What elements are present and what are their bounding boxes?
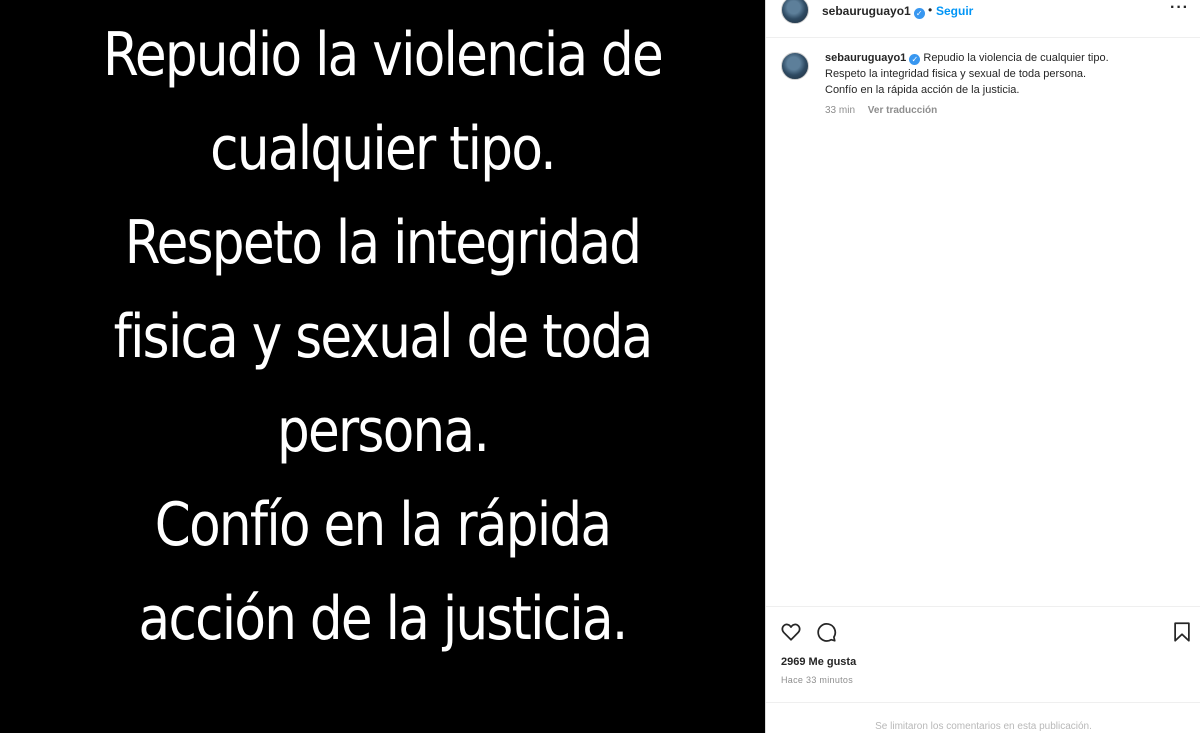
likes-count[interactable]: 2969 Me gusta [781,656,856,668]
image-text-line: acción de la justicia. [138,584,629,654]
caption-line: Repudio la violencia de cualquier tipo. [923,52,1109,64]
caption-time[interactable]: 33 min [825,105,855,116]
post-header: sebauruguayo1 ✓ • Seguir ··· [766,0,1200,38]
caption-text: sebauruguayo1 ✓ Repudio la violencia de c… [825,50,1185,98]
image-text-line: persona. [276,396,490,466]
post-image: Repudio la violencia de cualquier tipo. … [0,0,765,733]
header-username[interactable]: sebauruguayo1 ✓ [822,4,925,19]
comments-limited-text: Se limitaron los comentarios en esta pub… [875,721,1092,732]
post-image-text: Repudio la violencia de cualquier tipo. … [54,8,712,666]
separator-dot: • [928,3,933,17]
verified-badge-icon: ✓ [909,54,921,65]
header-username-text[interactable]: sebauruguayo1 [822,4,911,18]
comment-icon[interactable] [815,621,837,643]
post-timestamp: Hace 33 minutos [781,675,854,685]
follow-button[interactable]: Seguir [936,4,973,18]
bookmark-icon[interactable] [1171,621,1193,643]
comments-limited-notice: Se limitaron los comentarios en esta pub… [766,702,1200,733]
caption-meta: 33 min Ver traducción [825,105,937,116]
see-translation-link[interactable]: Ver traducción [868,105,937,116]
image-text-line: Repudio la violencia de [103,20,664,90]
more-options-icon[interactable]: ··· [1170,0,1189,17]
caption-avatar[interactable] [781,52,809,80]
image-text-line: fisica y sexual de toda [113,302,654,372]
action-bar [766,606,1200,654]
post-sidebar: sebauruguayo1 ✓ • Seguir ··· sebauruguayo… [765,0,1200,733]
caption-line: Confío en la rápida acción de la justici… [825,84,1020,96]
avatar[interactable] [781,0,809,24]
image-text-line: Respeto la integridad [124,208,642,278]
caption-username[interactable]: sebauruguayo1 [825,52,906,64]
verified-badge-icon: ✓ [913,8,925,19]
image-text-line: Confío en la rápida [154,490,612,560]
image-text-line: cualquier tipo. [210,114,556,184]
heart-icon[interactable] [780,621,802,643]
caption-line: Respeto la integridad fisica y sexual de… [825,68,1087,80]
